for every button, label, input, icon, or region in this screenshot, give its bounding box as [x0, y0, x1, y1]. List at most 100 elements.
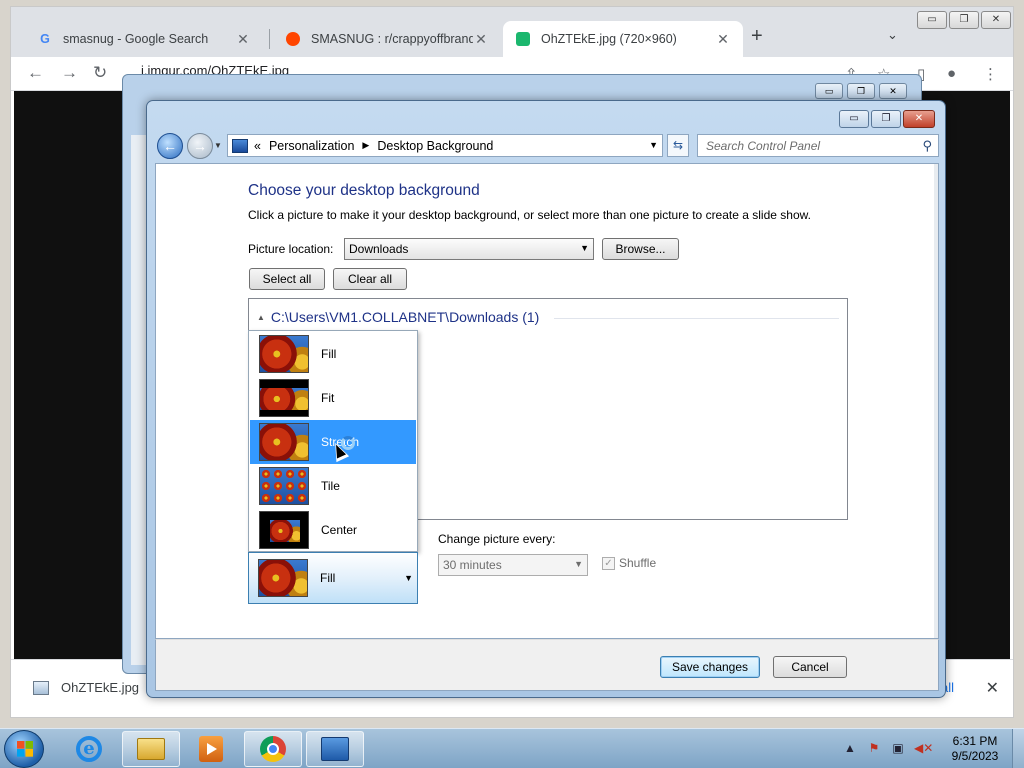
fill-thumbnail [259, 335, 309, 373]
option-label: Center [321, 523, 358, 537]
tab-separator [269, 29, 270, 49]
picture-position-dropdown[interactable]: Fill ▼ [248, 552, 418, 604]
taskbar-media-player[interactable] [182, 731, 240, 767]
background-window-controls: ▭ ❐ ✕ [815, 83, 907, 99]
image-file-icon [33, 680, 49, 695]
maximize-button[interactable]: ❐ [949, 11, 979, 29]
minimize-button[interactable]: ▭ [839, 110, 869, 128]
tab-search-chevron-icon[interactable]: ⌄ [887, 27, 898, 43]
menu-kebab-icon[interactable]: ⋮ [983, 65, 998, 83]
history-dropdown-icon[interactable]: ▼ [214, 141, 222, 150]
start-button[interactable] [4, 730, 44, 768]
taskbar-control-panel[interactable] [306, 731, 364, 767]
cancel-button[interactable]: Cancel [773, 656, 847, 678]
position-option-stretch[interactable]: Stretch [250, 420, 416, 464]
tab-strip: G smasnug - Google Search ✕ SMASNUG : r/… [11, 7, 1013, 57]
reload-icon[interactable]: ↻ [93, 63, 107, 83]
clear-all-button[interactable]: Clear all [333, 268, 407, 290]
checkbox-checked-icon[interactable]: ✓ [602, 556, 615, 570]
close-tab-icon[interactable]: ✕ [473, 31, 489, 48]
collapse-triangle-icon[interactable]: ▲ [257, 313, 265, 322]
save-changes-button[interactable]: Save changes [660, 656, 760, 678]
fit-thumbnail [259, 379, 309, 417]
close-button[interactable]: ✕ [981, 11, 1011, 29]
refresh-button[interactable]: ⇆ [667, 134, 689, 157]
minimize-button[interactable]: ▭ [917, 11, 947, 29]
forward-button[interactable]: → [187, 133, 213, 159]
back-arrow-icon[interactable]: ← [27, 63, 44, 83]
taskbar-explorer[interactable] [122, 731, 180, 767]
search-placeholder: Search Control Panel [706, 139, 821, 153]
google-icon: G [40, 32, 50, 46]
position-option-tile[interactable]: Tile [250, 464, 416, 508]
taskbar-clock[interactable]: 6:31 PM 9/5/2023 [944, 734, 1006, 764]
option-label: Fit [321, 391, 335, 405]
close-button[interactable]: ✕ [879, 83, 907, 99]
page-description: Click a picture to make it your desktop … [248, 208, 811, 222]
maximize-button[interactable]: ❐ [847, 83, 875, 99]
tab-title: SMASNUG : r/crappyoffbrands [311, 32, 473, 46]
close-download-bar-icon[interactable]: ✕ [986, 678, 999, 698]
download-item[interactable]: OhZTEkE.jpg [33, 680, 139, 695]
divider [554, 318, 839, 319]
tab-imgur-image[interactable]: OhZTEkE.jpg (720×960) ✕ [503, 21, 743, 57]
internet-explorer-icon: e [76, 736, 102, 762]
volume-muted-icon[interactable]: ◀✕ [914, 741, 933, 755]
page-title: Choose your desktop background [248, 182, 480, 199]
media-player-icon [199, 736, 223, 762]
position-option-center[interactable]: Center [250, 508, 416, 552]
show-hidden-icons-icon[interactable]: ▲ [842, 741, 858, 755]
option-label: Tile [321, 479, 340, 493]
content-pane: Choose your desktop background Click a p… [155, 163, 939, 639]
minimize-button[interactable]: ▭ [815, 83, 843, 99]
back-button[interactable]: ← [157, 133, 183, 159]
browser-window-controls: ▭ ❐ ✕ [917, 11, 1011, 29]
selected-position-label: Fill [320, 571, 336, 585]
tab-reddit[interactable]: SMASNUG : r/crappyoffbrands ✕ [273, 21, 501, 57]
maximize-button[interactable]: ❐ [871, 110, 901, 128]
new-tab-button[interactable]: + [751, 25, 763, 48]
breadcrumb-desktop-background[interactable]: Desktop Background [377, 139, 493, 153]
close-button[interactable]: ✕ [903, 110, 935, 128]
search-control-panel-input[interactable]: Search Control Panel ⚲ [697, 134, 939, 157]
chevron-down-icon: ▼ [404, 573, 413, 583]
breadcrumb-bar[interactable]: « Personalization ▶ Desktop Background ▼ [227, 134, 663, 157]
taskbar-internet-explorer[interactable]: e [60, 731, 118, 767]
position-option-fill[interactable]: Fill [250, 332, 416, 376]
folder-group-header[interactable]: ▲ C:\Users\VM1.COLLABNET\Downloads (1) [257, 309, 539, 325]
tile-thumbnail [259, 467, 309, 505]
address-dropdown-icon[interactable]: ▼ [649, 140, 658, 150]
close-tab-icon[interactable]: ✕ [715, 31, 731, 48]
taskbar-chrome[interactable] [244, 731, 302, 767]
windows-logo-icon [17, 741, 33, 757]
breadcrumb-overflow[interactable]: « [254, 139, 261, 153]
scrollbar[interactable] [934, 164, 938, 638]
system-tray: ▲ ⚑ ▣ ◀✕ [842, 741, 933, 755]
tab-title: smasnug - Google Search [63, 32, 209, 46]
search-icon: ⚲ [922, 138, 932, 153]
shuffle-checkbox[interactable]: ✓ Shuffle [602, 556, 656, 570]
network-icon[interactable]: ▣ [890, 741, 906, 755]
browse-button[interactable]: Browse... [602, 238, 679, 260]
position-option-fit[interactable]: Fit [250, 376, 416, 420]
profile-avatar-icon[interactable]: ● [947, 65, 956, 82]
picture-position-menu: Fill Fit Stretch Tile Center [248, 330, 418, 552]
control-panel-window: ▭ ❐ ✕ ← → ▼ « Personalization ▶ Desktop … [146, 100, 946, 698]
busy-spinner-icon [341, 436, 355, 450]
taskbar: e ▲ ⚑ ▣ ◀✕ 6:31 PM 9/5/2023 [0, 728, 1024, 768]
change-picture-interval-dropdown[interactable]: 30 minutes ▼ [438, 554, 588, 576]
tab-google-search[interactable]: G smasnug - Google Search ✕ [25, 21, 263, 57]
show-desktop-button[interactable] [1012, 729, 1024, 768]
breadcrumb-arrow-icon[interactable]: ▶ [362, 140, 369, 151]
forward-arrow-icon[interactable]: → [61, 63, 78, 83]
picture-location-dropdown[interactable]: Downloads ▼ [344, 238, 594, 260]
breadcrumb-personalization[interactable]: Personalization [269, 139, 354, 153]
stretch-thumbnail [259, 423, 309, 461]
close-tab-icon[interactable]: ✕ [235, 31, 251, 48]
tab-title: OhZTEkE.jpg (720×960) [541, 32, 677, 46]
action-center-flag-icon[interactable]: ⚑ [866, 741, 882, 755]
reddit-icon [285, 31, 301, 47]
select-all-button[interactable]: Select all [249, 268, 325, 290]
explorer-folder-icon [137, 738, 165, 760]
control-panel-icon [232, 138, 248, 153]
